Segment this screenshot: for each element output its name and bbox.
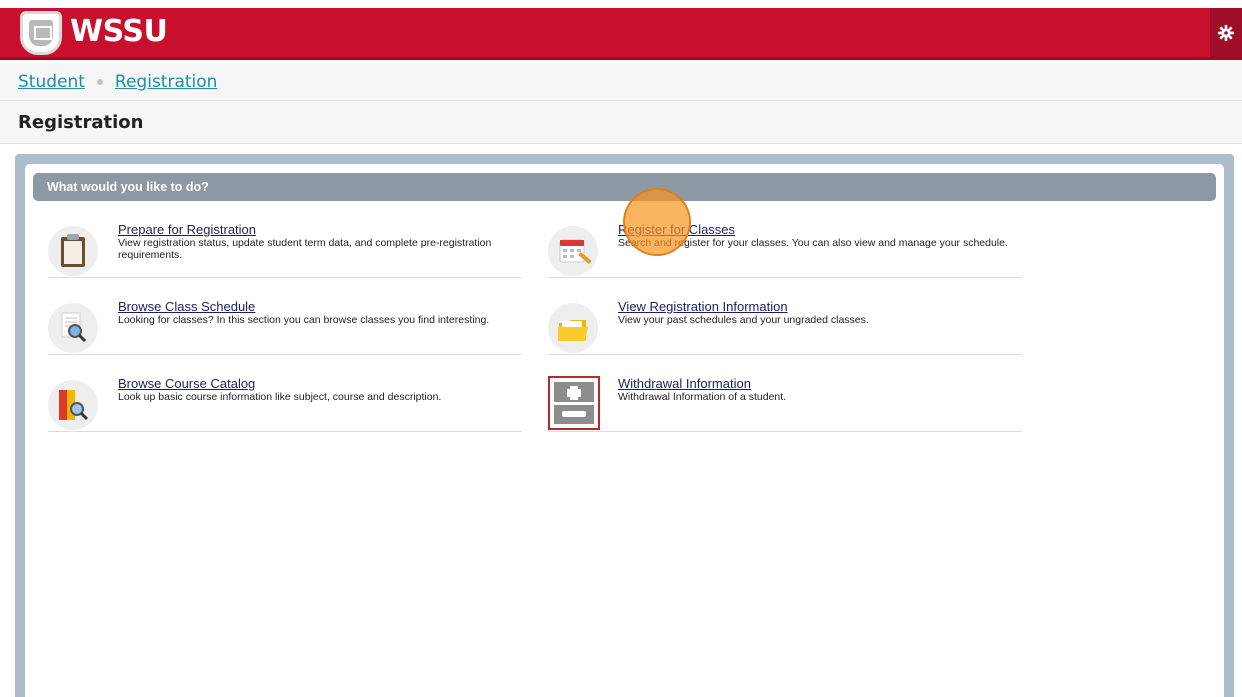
clipboard-icon	[48, 226, 98, 276]
item-title[interactable]: Browse Course Catalog	[118, 376, 255, 391]
plus-minus-icon	[548, 376, 600, 430]
breadcrumb-student[interactable]: Student	[18, 72, 85, 92]
item-title[interactable]: Register for Classes	[618, 222, 735, 237]
item-description: Looking for classes? In this section you…	[118, 314, 490, 326]
breadcrumb-registration[interactable]: Registration	[115, 72, 218, 92]
content-frame: What would you like to do? Prepare for R…	[15, 154, 1234, 697]
calendar-pencil-icon	[548, 226, 598, 276]
book-search-icon	[48, 380, 98, 430]
menu-item-view-registration-info[interactable]: View Registration Information View your …	[548, 299, 1022, 355]
item-description: Search and register for your classes. Yo…	[618, 237, 1008, 249]
item-description: Withdrawal Information of a student.	[618, 391, 787, 403]
menu-item-browse-class-schedule[interactable]: Browse Class Schedule Looking for classe…	[48, 299, 522, 355]
folder-icon	[548, 303, 598, 353]
menu-item-register-classes[interactable]: Register for Classes Search and register…	[548, 222, 1022, 278]
item-description: View your past schedules and your ungrad…	[618, 314, 869, 326]
settings-button[interactable]	[1210, 8, 1242, 57]
breadcrumb: Student Registration	[0, 63, 1242, 101]
university-seal-logo[interactable]	[20, 11, 62, 55]
top-header-bar: WSSU	[0, 8, 1242, 60]
item-title[interactable]: Prepare for Registration	[118, 222, 256, 237]
item-title[interactable]: Withdrawal Information	[618, 376, 751, 391]
gear-icon	[1217, 24, 1235, 41]
page-title: Registration	[0, 102, 1242, 144]
section-header: What would you like to do?	[33, 173, 1216, 201]
breadcrumb-separator	[96, 78, 103, 85]
item-description: Look up basic course information like su…	[118, 391, 442, 403]
menu-item-withdrawal-info[interactable]: Withdrawal Information Withdrawal Inform…	[548, 376, 1022, 432]
logo-text[interactable]: WSSU	[70, 14, 168, 49]
document-search-icon	[48, 303, 98, 353]
item-title[interactable]: View Registration Information	[618, 299, 788, 314]
item-description: View registration status, update student…	[118, 237, 492, 261]
registration-panel: What would you like to do? Prepare for R…	[25, 164, 1224, 697]
menu-item-browse-course-catalog[interactable]: Browse Course Catalog Look up basic cour…	[48, 376, 522, 432]
item-title[interactable]: Browse Class Schedule	[118, 299, 255, 314]
menu-item-prepare-registration[interactable]: Prepare for Registration View registrati…	[48, 222, 522, 278]
